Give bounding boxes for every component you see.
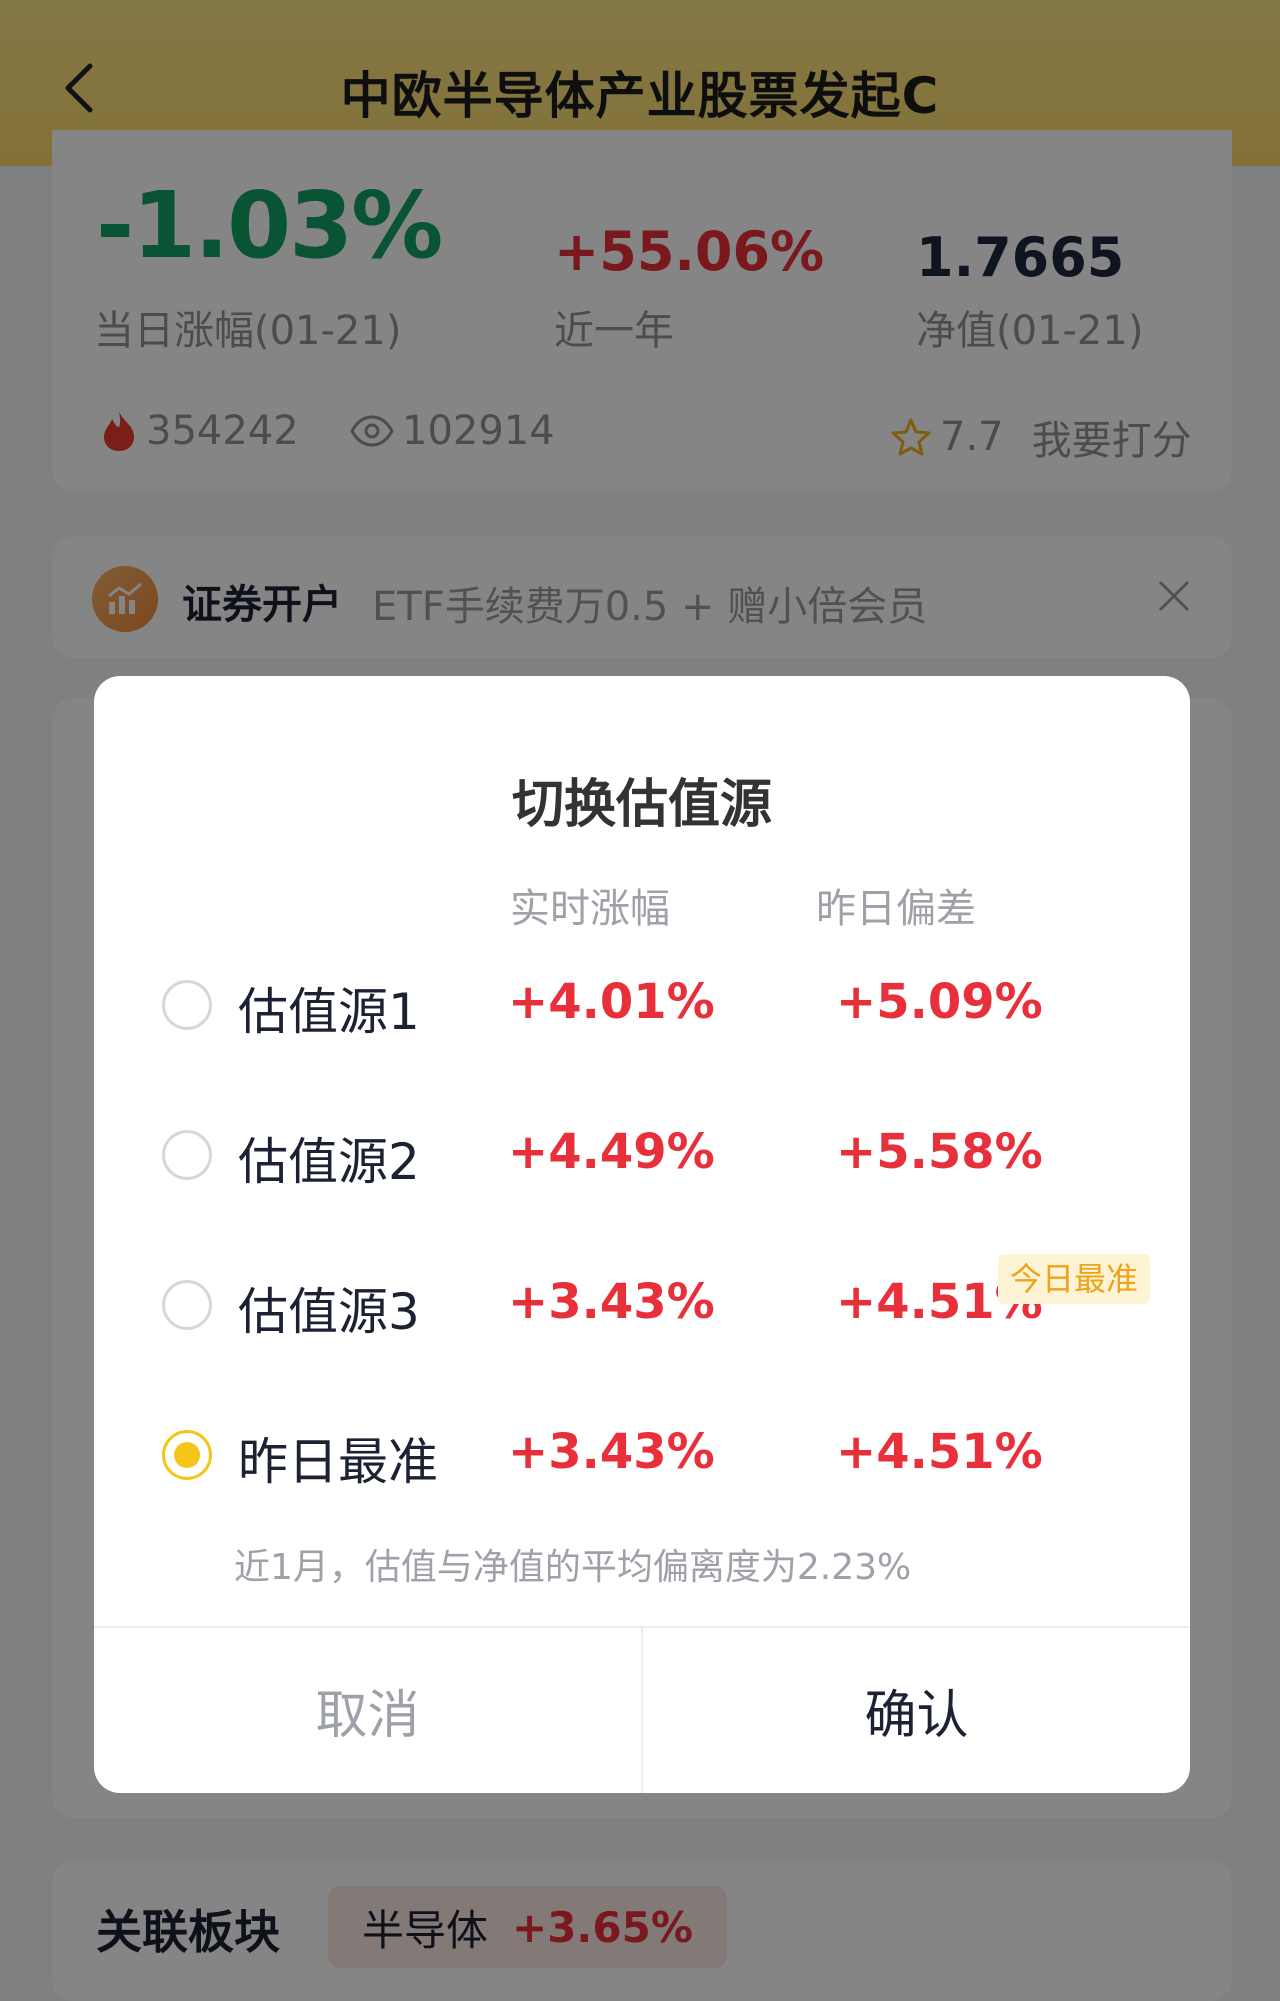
option-realtime-change: +4.49% bbox=[508, 1124, 715, 1180]
radio-button[interactable] bbox=[162, 1130, 212, 1180]
dialog-footer: 取消 确认 bbox=[94, 1626, 1190, 1793]
cancel-button[interactable]: 取消 bbox=[94, 1628, 643, 1793]
option-name: 估值源1 bbox=[238, 983, 420, 1041]
confirm-button[interactable]: 确认 bbox=[643, 1628, 1190, 1793]
most-accurate-badge: 今日最准 bbox=[998, 1254, 1151, 1304]
option-row-source-1[interactable]: 估值源1 +4.01% +5.09% bbox=[94, 960, 1190, 1050]
option-yesterday-deviation: +4.51% bbox=[836, 1424, 1043, 1480]
deviation-note: 近1月，估值与净值的平均偏离度为2.23% bbox=[234, 1547, 912, 1588]
option-yesterday-deviation: +5.58% bbox=[836, 1124, 1043, 1180]
radio-button[interactable] bbox=[162, 1280, 212, 1330]
option-row-source-3[interactable]: 估值源3 +3.43% +4.51% 今日最准 bbox=[94, 1254, 1190, 1350]
option-row-source-2[interactable]: 估值源2 +4.49% +5.58% bbox=[94, 1110, 1190, 1200]
radio-button[interactable] bbox=[162, 980, 212, 1030]
column-header-deviation: 昨日偏差 bbox=[816, 886, 976, 932]
valuation-source-dialog: 切换估值源 实时涨幅 昨日偏差 估值源1 +4.01% +5.09% 估值源2 … bbox=[94, 676, 1190, 1793]
column-header-realtime: 实时涨幅 bbox=[510, 886, 670, 932]
option-realtime-change: +3.43% bbox=[508, 1424, 715, 1480]
radio-button-selected[interactable] bbox=[162, 1430, 212, 1480]
option-realtime-change: +4.01% bbox=[508, 974, 715, 1030]
option-realtime-change: +3.43% bbox=[508, 1274, 715, 1330]
option-row-yesterday-best[interactable]: 昨日最准 +3.43% +4.51% bbox=[94, 1410, 1190, 1500]
dialog-title: 切换估值源 bbox=[511, 775, 772, 835]
option-name: 估值源2 bbox=[238, 1133, 420, 1191]
option-name: 估值源3 bbox=[238, 1283, 420, 1341]
option-name: 昨日最准 bbox=[238, 1433, 438, 1491]
option-yesterday-deviation: +5.09% bbox=[836, 974, 1043, 1030]
